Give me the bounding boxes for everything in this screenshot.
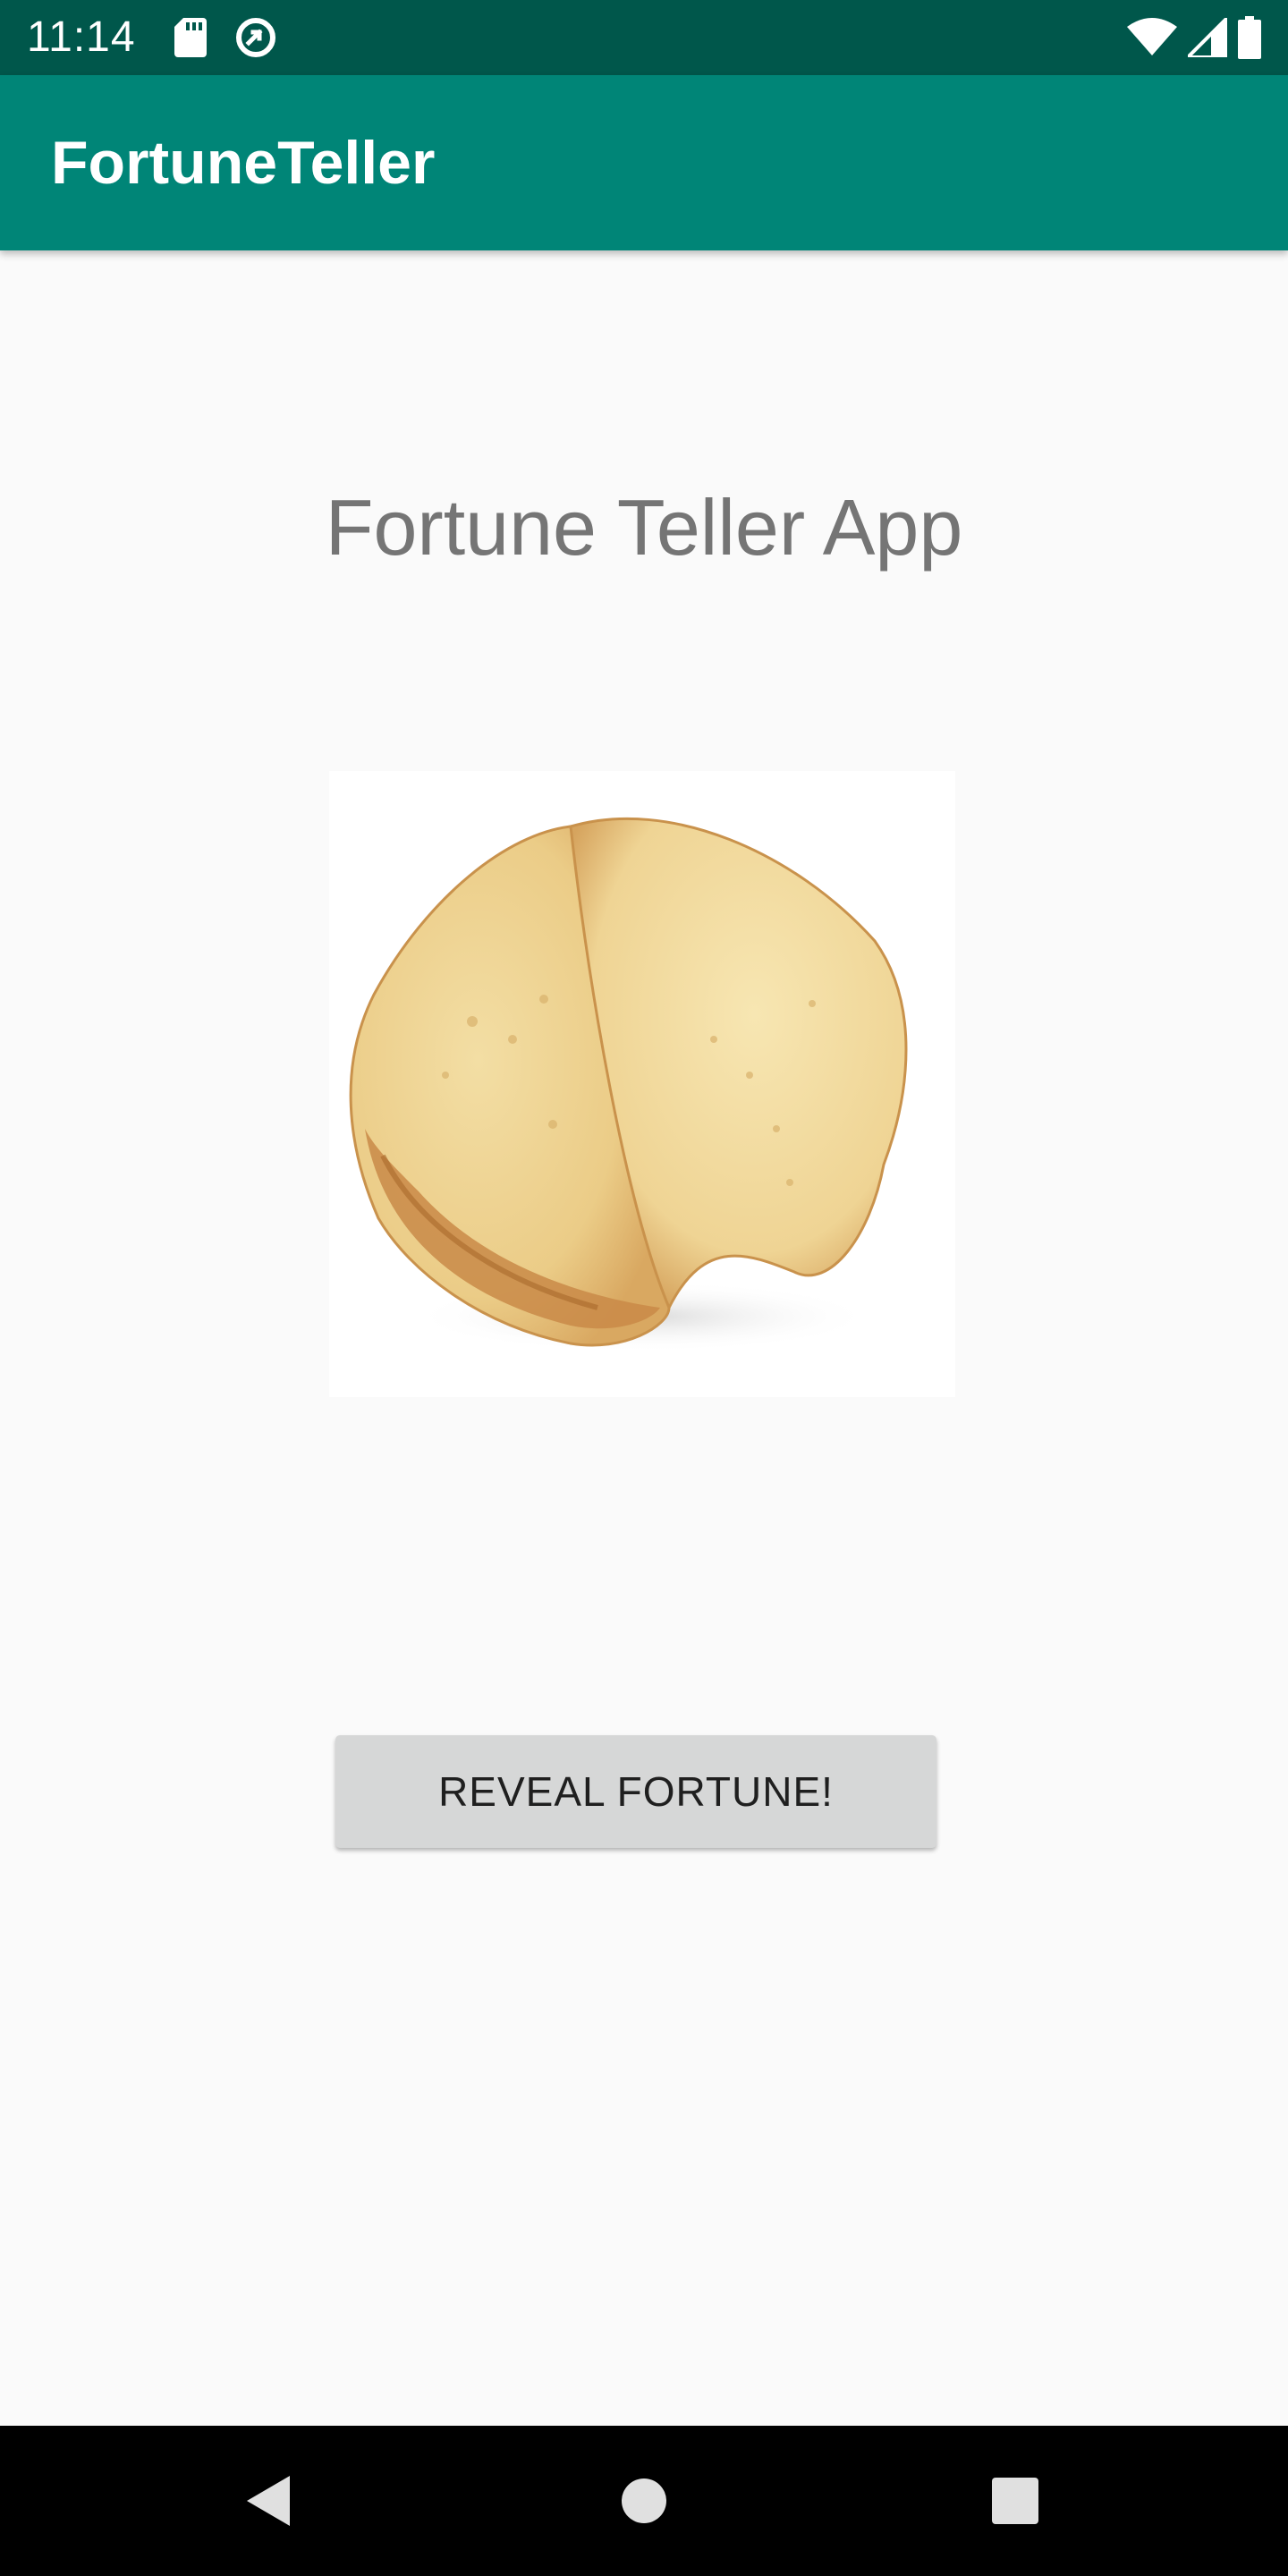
app-title: FortuneTeller bbox=[51, 129, 436, 197]
sd-card-icon bbox=[174, 18, 207, 57]
status-right-icons bbox=[1127, 13, 1261, 59]
status-time: 11:14 bbox=[27, 13, 136, 61]
back-icon[interactable] bbox=[233, 2465, 304, 2537]
wifi-icon bbox=[1127, 18, 1177, 57]
signal-icon bbox=[1183, 13, 1229, 59]
home-icon[interactable] bbox=[608, 2465, 680, 2537]
status-left-icons bbox=[174, 16, 278, 59]
sync-icon bbox=[233, 15, 278, 60]
recents-icon[interactable] bbox=[979, 2465, 1051, 2537]
app-bar: FortuneTeller bbox=[0, 75, 1288, 250]
fortune-cookie-image bbox=[329, 771, 955, 1397]
reveal-fortune-button[interactable]: REVEAL FORTUNE! bbox=[335, 1735, 936, 1848]
navigation-bar bbox=[0, 2426, 1288, 2576]
page-heading: Fortune Teller App bbox=[325, 483, 963, 572]
status-bar: 11:14 bbox=[0, 0, 1288, 75]
battery-icon bbox=[1238, 16, 1261, 59]
